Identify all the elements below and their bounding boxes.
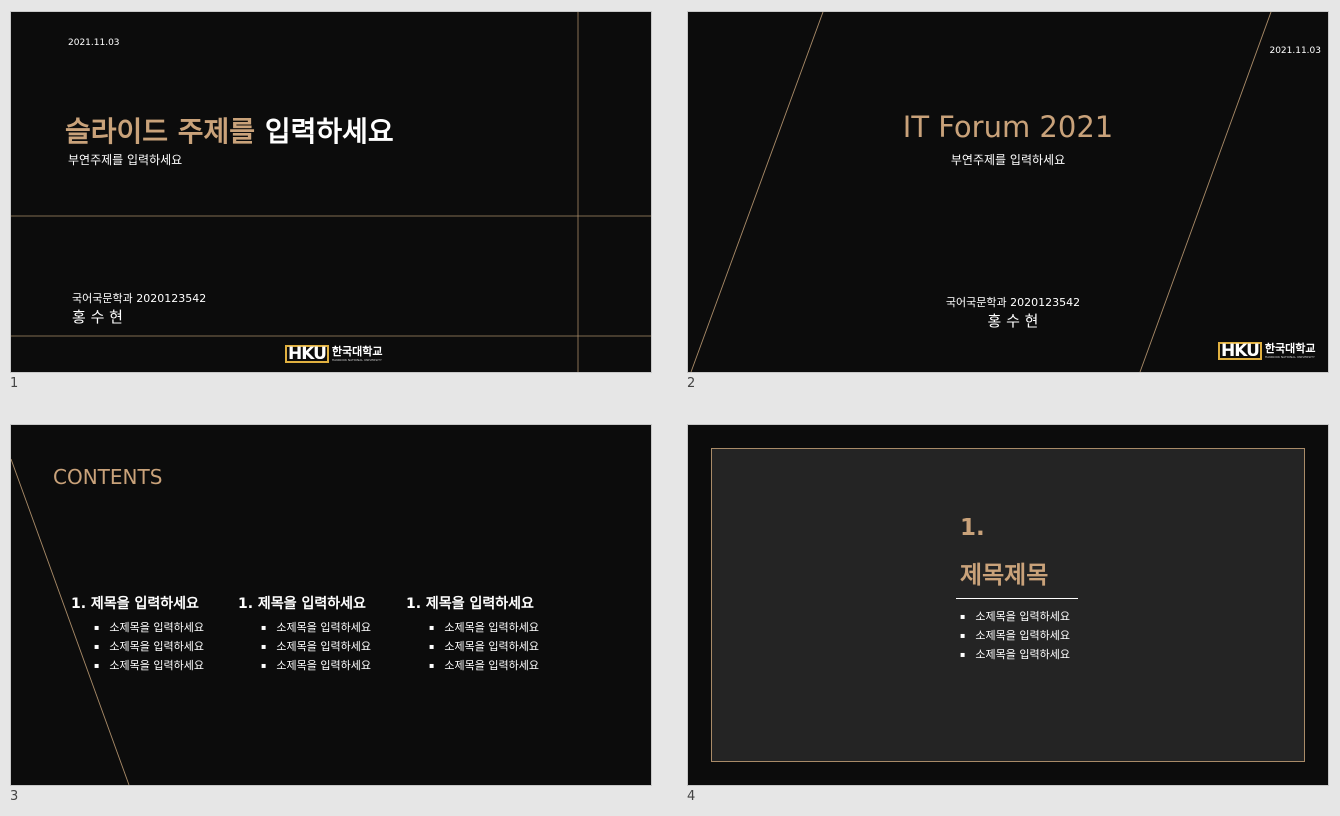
slide-1-title-white: 입력하세요	[264, 115, 394, 148]
list-item: 소제목을 입력하세요	[261, 657, 371, 676]
slide-thumbnail-2[interactable]: 2021.11.03 IT Forum 2021 부연주제를 입력하세요 국어국…	[687, 11, 1329, 373]
section-list: 소제목을 입력하세요 소제목을 입력하세요 소제목을 입력하세요	[960, 608, 1070, 665]
slide-number-4: 4	[687, 789, 696, 804]
university-logo: HKU 한국대학교 HANKOOK NATIONAL UNIVERSITY	[285, 345, 383, 363]
list-item: 소제목을 입력하세요	[261, 619, 371, 638]
contents-column-1: 1. 제목을 입력하세요 소제목을 입력하세요 소제목을 입력하세요 소제목을 …	[71, 593, 204, 676]
logo-english: HANKOOK NATIONAL UNIVERSITY	[331, 358, 382, 362]
list-item: 소제목을 입력하세요	[94, 657, 204, 676]
slide-1-date: 2021.11.03	[68, 38, 120, 48]
list-item: 소제목을 입력하세요	[94, 619, 204, 638]
list-item: 소제목을 입력하세요	[960, 608, 1070, 627]
section-divider	[956, 598, 1078, 599]
section-title: 제목제목	[960, 561, 1049, 589]
slide-thumbnail-3[interactable]: CONTENTS 1. 제목을 입력하세요 소제목을 입력하세요 소제목을 입력…	[10, 424, 652, 786]
logo-english-2: HANKOOK NATIONAL UNIVERSITY	[1264, 355, 1315, 359]
slide-2-title: IT Forum 2021	[902, 110, 1114, 144]
slide-1-subtitle: 부연주제를 입력하세요	[68, 153, 183, 167]
slide-thumbnail-4[interactable]: 1. 제목제목 소제목을 입력하세요 소제목을 입력하세요 소제목을 입력하세요	[687, 424, 1329, 786]
list-item: 소제목을 입력하세요	[94, 638, 204, 657]
slide-thumbnail-1[interactable]: 2021.11.03 슬라이드 주제를 입력하세요 부연주제를 입력하세요 국어…	[10, 11, 652, 373]
contents-list-2: 소제목을 입력하세요 소제목을 입력하세요 소제목을 입력하세요	[238, 619, 371, 676]
slide-2-name: 홍 수 현	[987, 312, 1039, 330]
slide-number-3: 3	[10, 789, 19, 804]
slide-number-1: 1	[10, 376, 19, 391]
list-item: 소제목을 입력하세요	[960, 627, 1070, 646]
university-logo-2: HKU 한국대학교 HANKOOK NATIONAL UNIVERSITY	[1218, 342, 1316, 360]
logo-korean-2: 한국대학교	[1264, 342, 1316, 355]
slide-number-2: 2	[687, 376, 696, 391]
contents-heading-3: 1. 제목을 입력하세요	[406, 596, 534, 612]
list-item: 소제목을 입력하세요	[960, 646, 1070, 665]
logo-mark: HKU	[285, 345, 329, 363]
list-item: 소제목을 입력하세요	[261, 638, 371, 657]
contents-heading-1: 1. 제목을 입력하세요	[71, 596, 199, 612]
slide-2-subtitle: 부연주제를 입력하세요	[950, 153, 1066, 167]
slide-1-title-gold: 슬라이드 주제를	[65, 115, 256, 148]
list-item: 소제목을 입력하세요	[429, 638, 539, 657]
slide-1-name: 홍 수 현	[72, 308, 123, 326]
logo-korean: 한국대학교	[331, 345, 383, 358]
contents-column-2: 1. 제목을 입력하세요 소제목을 입력하세요 소제목을 입력하세요 소제목을 …	[238, 593, 371, 676]
list-item: 소제목을 입력하세요	[429, 619, 539, 638]
section-panel	[711, 448, 1305, 762]
list-item: 소제목을 입력하세요	[429, 657, 539, 676]
contents-list-1: 소제목을 입력하세요 소제목을 입력하세요 소제목을 입력하세요	[71, 619, 204, 676]
slide-1-title: 슬라이드 주제를 입력하세요	[65, 110, 394, 150]
slide-2-date: 2021.11.03	[1269, 46, 1321, 56]
slide-2-dept: 국어국문학과 2020123542	[945, 296, 1081, 309]
contents-column-3: 1. 제목을 입력하세요 소제목을 입력하세요 소제목을 입력하세요 소제목을 …	[406, 593, 539, 676]
logo-mark-2: HKU	[1218, 342, 1262, 360]
contents-list-3: 소제목을 입력하세요 소제목을 입력하세요 소제목을 입력하세요	[406, 619, 539, 676]
contents-heading-2: 1. 제목을 입력하세요	[238, 596, 366, 612]
slide-3-title: CONTENTS	[53, 465, 163, 489]
section-number: 1.	[960, 515, 985, 541]
slide-1-dept: 국어국문학과 2020123542	[72, 292, 207, 305]
